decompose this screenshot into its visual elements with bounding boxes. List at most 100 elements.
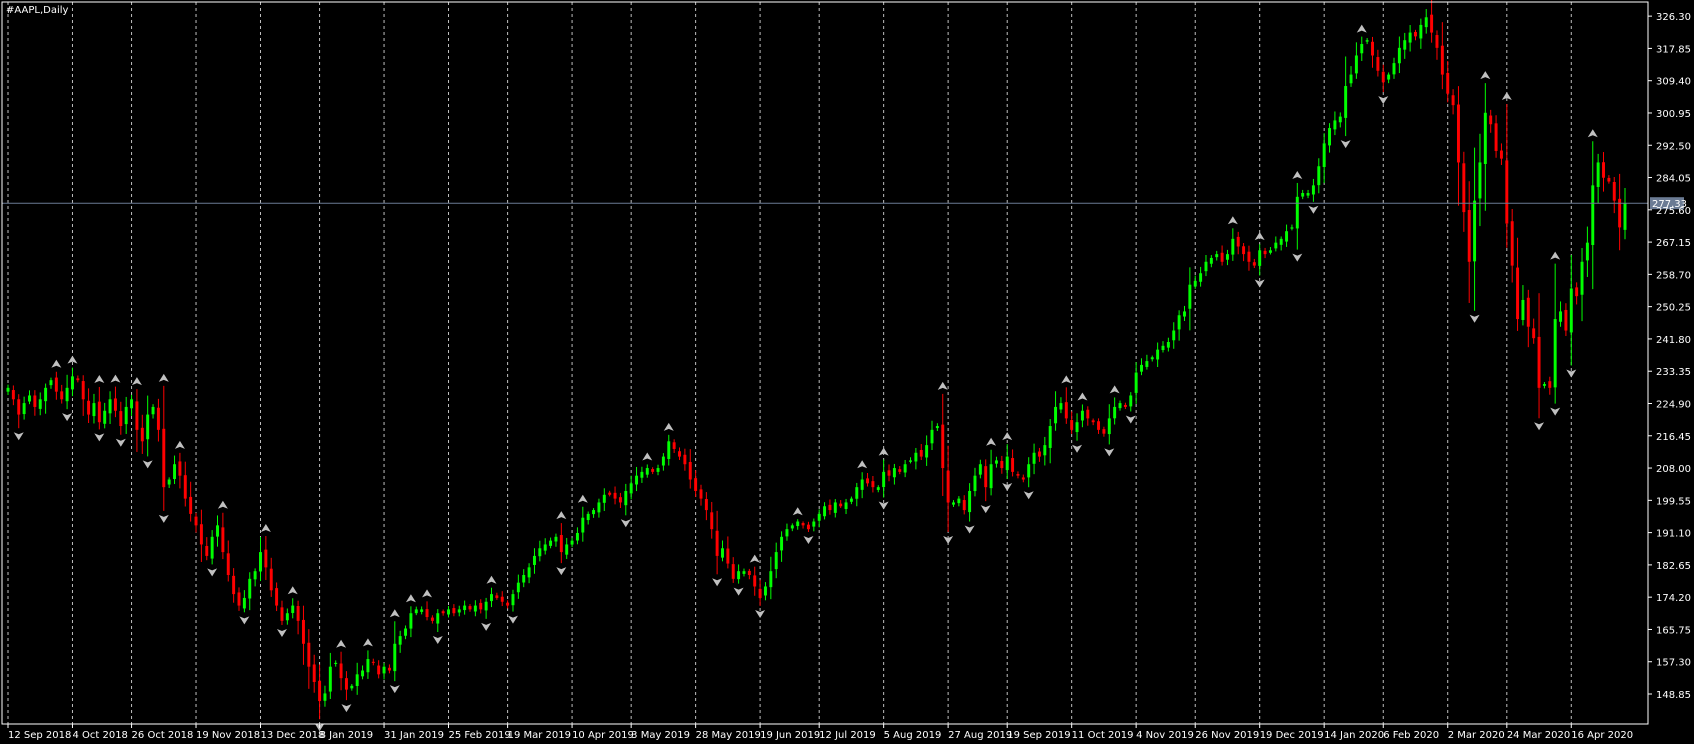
x-tick-label: 16 Apr 2020	[1571, 730, 1633, 741]
candle-body	[452, 608, 456, 614]
candle-body	[1542, 384, 1546, 386]
candle-body	[973, 475, 977, 492]
candle-body	[844, 502, 848, 509]
candle-body	[1097, 421, 1101, 430]
x-tick-label: 5 Aug 2019	[884, 730, 942, 741]
candle-body	[1532, 328, 1536, 339]
candle-body	[339, 663, 343, 679]
candle-body	[1349, 74, 1353, 84]
candle-body	[1559, 311, 1563, 322]
candle-body	[1000, 460, 1004, 469]
candle-body	[1564, 309, 1568, 331]
candle-body	[178, 461, 182, 476]
x-tick-label: 8 Jan 2019	[320, 730, 374, 741]
candle-body	[635, 475, 639, 485]
candle-body	[1333, 120, 1337, 130]
candle-body	[860, 479, 864, 490]
candle-body	[1446, 72, 1450, 94]
candle-body	[1295, 196, 1299, 229]
y-tick-label: 165.75	[1656, 625, 1691, 636]
candle-body	[608, 492, 612, 495]
price-chart[interactable]: 277.33 326.30317.85309.40300.95292.50284…	[0, 0, 1694, 744]
x-tick-label: 19 Jun 2019	[760, 730, 820, 741]
candle-body	[849, 498, 853, 502]
y-tick-label: 148.85	[1656, 690, 1691, 701]
candle-body	[1054, 406, 1058, 424]
x-tick-label: 3 May 2019	[631, 730, 690, 741]
candle-body	[1005, 456, 1009, 471]
candle-body	[87, 400, 91, 415]
candle-body	[1521, 299, 1525, 320]
candle-body	[473, 605, 477, 612]
candle-body	[618, 497, 622, 503]
candle-body	[812, 521, 816, 527]
candle-body	[1027, 464, 1031, 478]
candle-body	[1075, 422, 1079, 433]
candle-body	[613, 492, 617, 499]
candle-body	[318, 680, 322, 702]
y-tick-label: 233.35	[1656, 367, 1691, 378]
candle-body	[404, 628, 408, 636]
candle-body	[1091, 420, 1095, 423]
candle-body	[532, 555, 536, 565]
candle-body	[173, 464, 177, 480]
candle-body	[490, 594, 493, 602]
candle-body	[1301, 193, 1305, 197]
candle-body	[651, 469, 655, 472]
candle-body	[871, 481, 875, 488]
x-tick-label: 26 Nov 2019	[1195, 730, 1259, 741]
candle-body	[1113, 406, 1117, 419]
candle-body	[1118, 403, 1122, 409]
candle-body	[301, 619, 305, 644]
candle-body	[1354, 55, 1358, 74]
candle-body	[968, 490, 972, 513]
candle-body	[430, 617, 434, 621]
candle-body	[1392, 63, 1396, 75]
candle-body	[119, 411, 123, 427]
candle-body	[710, 512, 714, 530]
candle-body	[570, 540, 574, 545]
candle-body	[1145, 361, 1149, 367]
candle-body	[441, 611, 445, 614]
symbol-label: #AAPL,Daily	[6, 5, 69, 16]
candle-body	[1274, 242, 1278, 249]
candle-body	[1419, 24, 1423, 39]
candle-body	[962, 500, 966, 511]
candle-body	[1591, 185, 1595, 246]
x-tick-label: 26 Oct 2018	[132, 730, 194, 741]
x-tick-label: 19 Sep 2019	[1007, 730, 1070, 741]
candle-body	[1338, 116, 1342, 123]
y-tick-label: 326.30	[1656, 12, 1691, 23]
y-tick-label: 292.50	[1656, 141, 1691, 152]
candle-body	[667, 441, 671, 459]
candle-body	[1365, 40, 1369, 42]
candle-body	[866, 478, 870, 484]
candle-body	[1016, 474, 1020, 476]
candle-body	[817, 513, 821, 521]
candle-body	[1172, 330, 1176, 341]
candle-body	[382, 666, 386, 674]
candle-body	[54, 377, 58, 392]
candle-body	[731, 564, 735, 579]
candle-body	[780, 536, 784, 551]
candle-body	[1408, 32, 1412, 43]
candle-body	[1166, 341, 1170, 348]
candle-body	[1414, 31, 1417, 37]
candle-body	[984, 466, 988, 488]
candle-body	[1129, 395, 1133, 407]
candle-body	[806, 524, 810, 530]
x-tick-label: 12 Jul 2019	[819, 730, 876, 741]
candle-body	[522, 575, 526, 583]
candle-body	[17, 399, 21, 415]
candle-body	[135, 401, 139, 430]
candle-body	[1451, 95, 1455, 106]
candle-body	[38, 399, 42, 409]
candle-body	[855, 487, 859, 499]
y-tick-label: 267.15	[1656, 238, 1691, 249]
candle-body	[49, 380, 53, 386]
candle-body	[1553, 319, 1557, 388]
candle-body	[468, 606, 472, 610]
x-tick-label: 19 Dec 2019	[1260, 730, 1324, 741]
candle-body	[1306, 193, 1310, 196]
candle-body	[1177, 315, 1181, 330]
